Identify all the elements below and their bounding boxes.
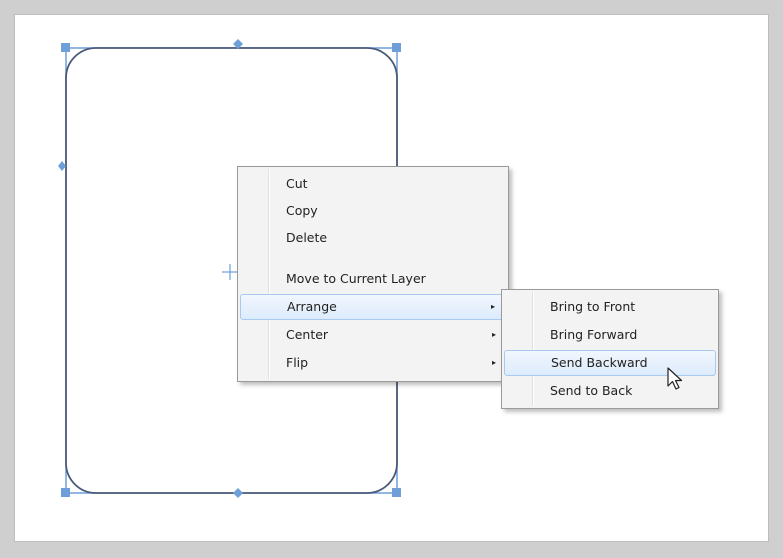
menu-item-label: Copy bbox=[286, 203, 318, 218]
menu-item-arrange[interactable]: Arrange ▸ bbox=[240, 294, 506, 320]
menu-item-cut[interactable]: Cut bbox=[240, 171, 506, 197]
menu-item-label: Send to Back bbox=[550, 383, 633, 398]
resize-handle-bottom-left[interactable] bbox=[61, 488, 70, 497]
menu-item-label: Arrange bbox=[287, 299, 337, 314]
menu-item-center[interactable]: Center ▸ bbox=[240, 322, 506, 348]
menu-item-move-to-current-layer[interactable]: Move to Current Layer bbox=[240, 266, 506, 292]
resize-handle-left-middle[interactable] bbox=[58, 161, 66, 171]
menu-item-delete[interactable]: Delete bbox=[240, 225, 506, 251]
resize-handle-top-left[interactable] bbox=[61, 43, 70, 52]
menu-item-label: Delete bbox=[286, 230, 328, 245]
submenu-arrow-icon: ▸ bbox=[491, 358, 496, 367]
resize-handle-top-right[interactable] bbox=[392, 43, 401, 52]
menu-item-label: Center bbox=[286, 327, 329, 342]
menu-item-copy[interactable]: Copy bbox=[240, 198, 506, 224]
menu-item-flip[interactable]: Flip ▸ bbox=[240, 350, 506, 376]
arrow-pointer-icon bbox=[667, 367, 683, 390]
menu-item-bring-to-front[interactable]: Bring to Front bbox=[504, 294, 716, 320]
menu-item-label: Cut bbox=[286, 176, 308, 191]
menu-item-label: Move to Current Layer bbox=[286, 271, 426, 286]
arrange-submenu: Bring to Front Bring Forward Send Backwa… bbox=[501, 289, 719, 409]
menu-item-label: Bring Forward bbox=[550, 327, 638, 342]
context-menu: Cut Copy Delete Move to Current Layer Ar… bbox=[237, 166, 509, 382]
submenu-arrow-icon: ▸ bbox=[491, 330, 496, 339]
resize-handle-bottom-right[interactable] bbox=[392, 488, 401, 497]
menu-item-label: Bring to Front bbox=[550, 299, 636, 314]
menu-item-label: Send Backward bbox=[551, 355, 648, 370]
menu-item-bring-forward[interactable]: Bring Forward bbox=[504, 322, 716, 348]
submenu-arrow-icon: ▸ bbox=[490, 302, 495, 311]
menu-item-label: Flip bbox=[286, 355, 309, 370]
